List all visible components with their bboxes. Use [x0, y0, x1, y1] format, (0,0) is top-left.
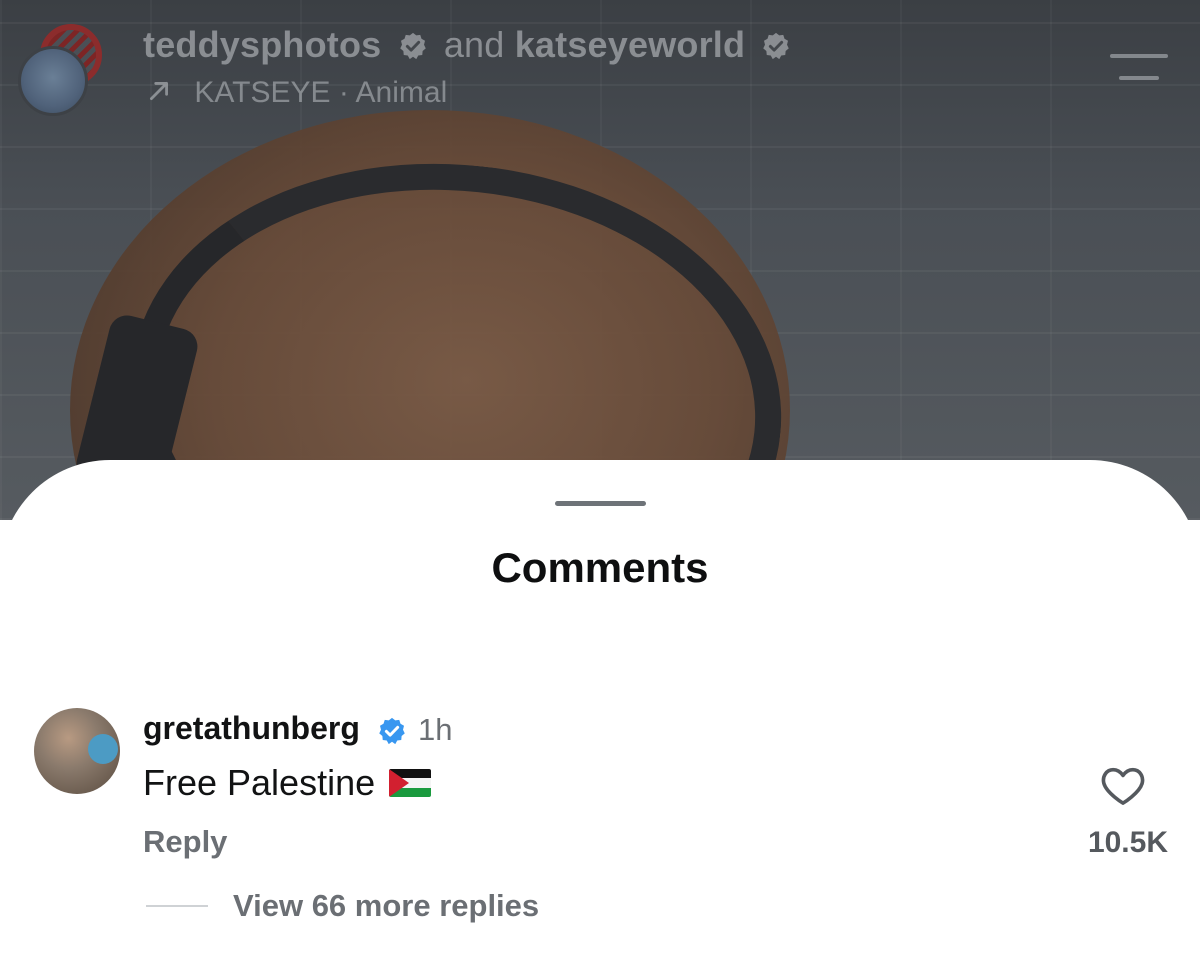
avatar-photo — [18, 46, 88, 116]
sheet-grab-handle[interactable] — [555, 501, 646, 506]
sheet-title: Comments — [491, 544, 709, 591]
replies-divider-line — [146, 905, 208, 907]
comments-sheet: Comments gretathunberg 1h Free Palestine… — [0, 460, 1200, 954]
audio-attribution[interactable]: KATSEYE · Animal — [146, 76, 447, 110]
username-katseyeworld[interactable]: katseyeworld — [515, 24, 746, 65]
audio-separator: · — [338, 76, 349, 109]
comment-text: Free Palestine — [143, 762, 432, 804]
collab-and-text: and — [443, 24, 505, 65]
reply-button[interactable]: Reply — [143, 824, 227, 860]
palestine-flag-icon — [389, 769, 432, 797]
arrow-up-right-icon — [150, 82, 168, 100]
verified-badge-icon — [399, 32, 426, 60]
verified-badge-icon — [763, 32, 790, 60]
verified-badge-icon — [379, 717, 405, 745]
heart-icon[interactable] — [1100, 764, 1146, 806]
username-teddysphotos[interactable]: teddysphotos — [143, 24, 381, 65]
menu-line — [1110, 54, 1168, 58]
commenter-username[interactable]: gretathunberg — [143, 710, 360, 747]
menu-icon[interactable] — [1110, 54, 1168, 84]
megaphone-shape — [88, 734, 118, 764]
collab-avatar[interactable] — [18, 24, 104, 116]
view-more-replies-label: View 66 more replies — [233, 888, 540, 923]
audio-title: Animal — [355, 76, 448, 109]
collab-title: teddysphotos and katseyeworld — [143, 24, 797, 66]
menu-line — [1119, 76, 1159, 80]
reel-header: teddysphotos and katseyeworld KATSEYE · … — [0, 0, 1200, 130]
like-count: 10.5K — [1087, 826, 1168, 859]
flag-triangle — [389, 769, 410, 797]
comment-timestamp: 1h — [418, 712, 453, 747]
comment-body: Free Palestine — [143, 762, 376, 803]
comment-item: gretathunberg 1h Free Palestine Reply 10… — [0, 706, 1200, 936]
commenter-avatar[interactable] — [34, 708, 120, 794]
audio-artist: KATSEYE — [194, 76, 331, 109]
